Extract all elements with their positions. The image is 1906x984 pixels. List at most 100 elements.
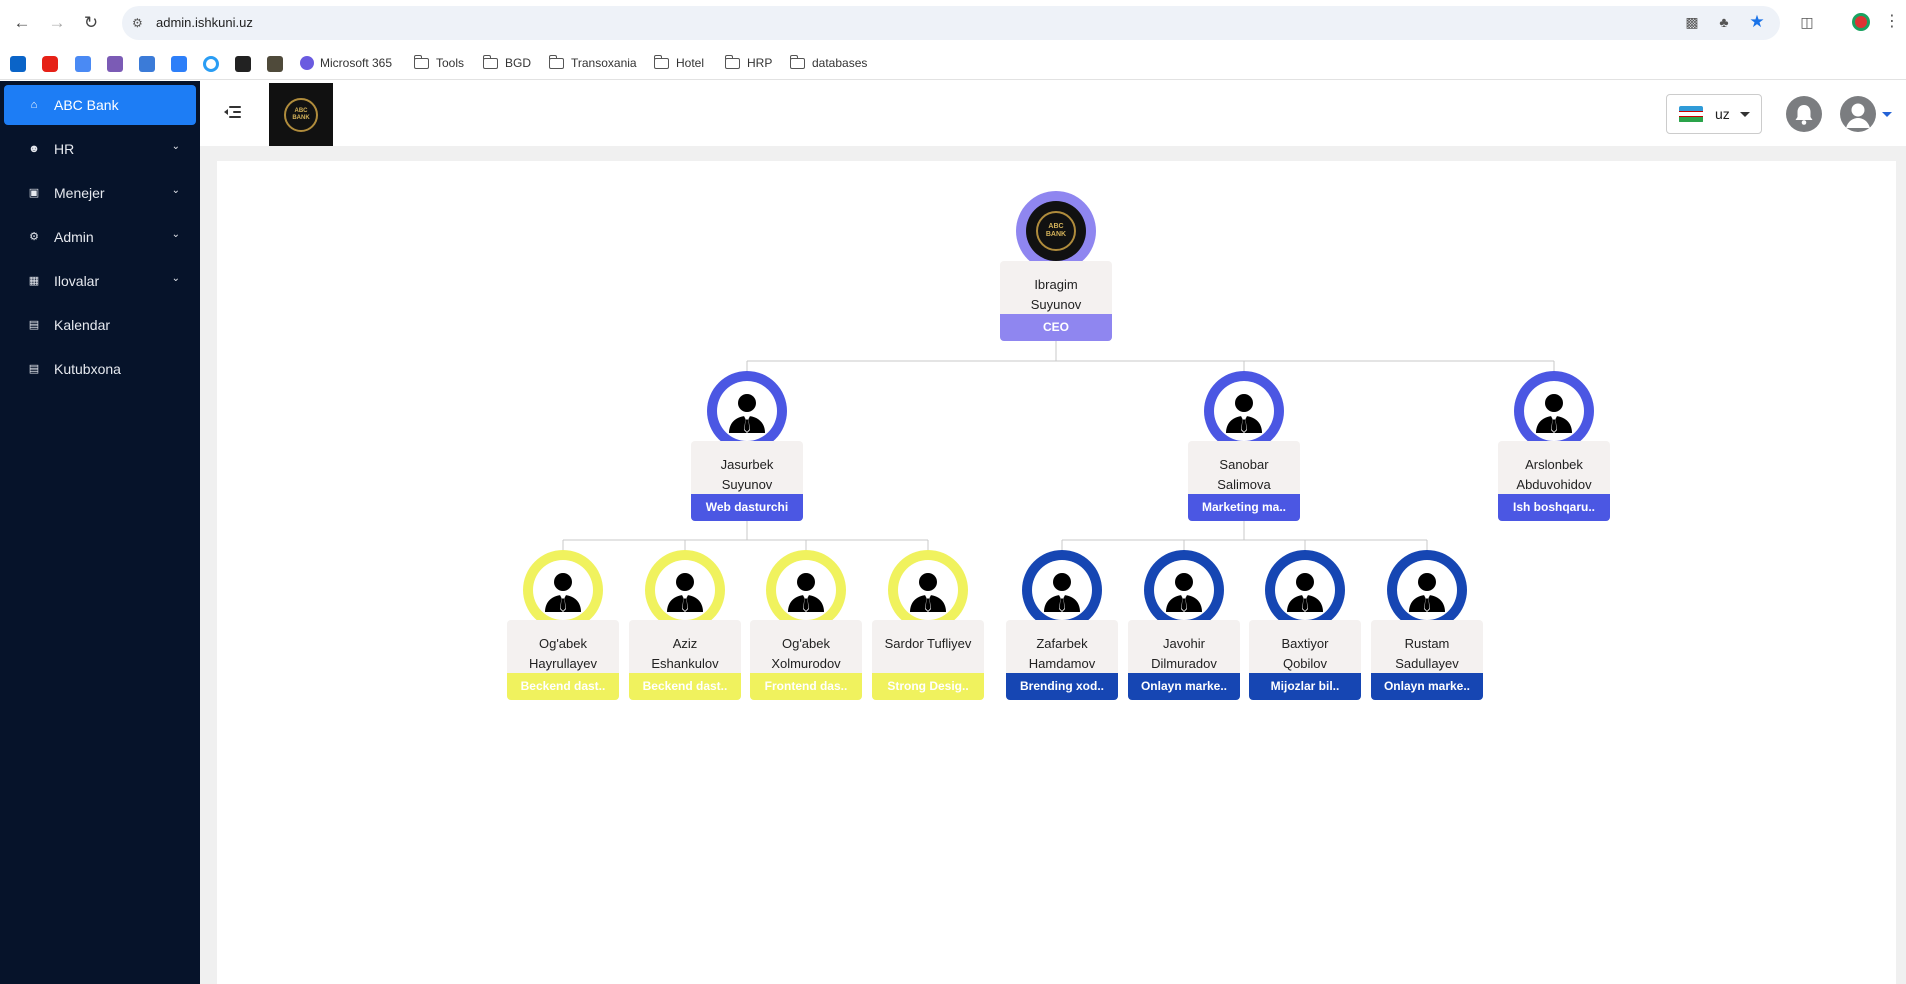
briefcase-icon: ▣ (28, 187, 40, 199)
position-badge: Frontend das.. (750, 673, 862, 700)
employee-name: Baxtiyor Qobilov (1281, 636, 1329, 671)
flutter-icon[interactable] (139, 56, 155, 72)
position-badge: Onlayn marke.. (1371, 673, 1483, 700)
folder-icon (724, 54, 740, 69)
bookmark-star-icon[interactable]: ★ (1747, 12, 1767, 32)
position-badge: Strong Desig.. (872, 673, 984, 700)
org-node-card: Baxtiyor Qobilov Mijozlar bil.. (1249, 620, 1361, 700)
avatar (707, 371, 787, 451)
sidebar: ⌂ ABC Bank ☻ HR ⌄ ▣ Menejer ⌄ ⚙ Admin ⌄ … (0, 81, 200, 984)
position-badge: Beckend dast.. (507, 673, 619, 700)
org-node-card: Aziz Eshankulov Beckend dast.. (629, 620, 741, 700)
sidebar-item-hr[interactable]: ☻ HR ⌄ (4, 129, 196, 169)
bookmarks-bar: Microsoft 365 Tools BGD Transoxania Hote… (0, 46, 1906, 80)
company-logo-icon: ABC BANK (1036, 211, 1076, 251)
employee-name: Javohir Dilmuradov (1151, 636, 1217, 671)
youtube-icon[interactable] (42, 56, 58, 72)
reload-icon[interactable]: ↻ (80, 12, 102, 34)
avatar (1265, 550, 1345, 630)
sidebar-toggle-icon[interactable] (224, 103, 242, 121)
employee-name: Rustam Sadullayev (1395, 636, 1459, 671)
org-node-card: Rustam Sadullayev Onlayn marke.. (1371, 620, 1483, 700)
employee-name: Sardor Tufliyev (884, 636, 972, 651)
org-node-card: Arslonbek Abduvohidov Ish boshqaru.. (1498, 441, 1610, 521)
position-badge: Marketing ma.. (1188, 494, 1300, 521)
app-icon[interactable] (267, 56, 283, 72)
translate-bookmark-icon[interactable] (75, 56, 91, 72)
app-header: ABC BANK uz (200, 81, 1906, 146)
uzbekistan-flag-icon (1679, 105, 1703, 123)
position-badge: Beckend dast.. (629, 673, 741, 700)
lichess-icon[interactable] (235, 56, 251, 72)
browser-toolbar: ← → ↻ ⚙ admin.ishkuni.uz ▩ ♣ ★ ◫ ⋮ (0, 0, 1906, 46)
bookmark-folder-hotel[interactable]: Hotel (653, 54, 704, 72)
user-avatar-icon[interactable] (1840, 96, 1876, 132)
employee-name: Zafarbek Hamdamov (1028, 636, 1096, 671)
employee-name: Og'abek Xolmurodov (771, 636, 841, 671)
person-icon (776, 560, 836, 620)
org-node-card: Sanobar Salimova Marketing ma.. (1188, 441, 1300, 521)
translate-icon[interactable]: ♣ (1714, 12, 1734, 32)
forward-icon[interactable]: → (46, 12, 68, 34)
org-node-card: Sardor Tufliyev Strong Desig.. (872, 620, 984, 700)
employee-name: Aziz Eshankulov (651, 636, 719, 671)
more-menu-icon[interactable]: ⋮ (1882, 12, 1902, 32)
sidebar-item-ilovalar[interactable]: ▦ Ilovalar ⌄ (4, 261, 196, 301)
url-text[interactable]: admin.ishkuni.uz (156, 15, 253, 30)
sidebar-item-menejer[interactable]: ▣ Menejer ⌄ (4, 173, 196, 213)
avatar (1514, 371, 1594, 451)
folder-icon (482, 54, 498, 69)
bookmark-microsoft365[interactable]: Microsoft 365 (300, 54, 392, 72)
profile-icon[interactable] (1851, 12, 1871, 32)
employee-name: Sanobar Salimova (1217, 457, 1271, 492)
position-badge: CEO (1000, 314, 1112, 341)
person-icon (1397, 560, 1457, 620)
bookmark-folder-bgd[interactable]: BGD (482, 54, 531, 72)
bookmark-folder-transoxania[interactable]: Transoxania (548, 54, 637, 72)
folder-icon (548, 54, 564, 69)
address-bar[interactable]: ⚙ admin.ishkuni.uz (122, 6, 1780, 40)
sidebar-item-admin[interactable]: ⚙ Admin ⌄ (4, 217, 196, 257)
avatar (1022, 550, 1102, 630)
bookmark-folder-hrp[interactable]: HRP (724, 54, 772, 72)
bookmark-folder-databases[interactable]: databases (789, 54, 867, 72)
employee-name: Og'abek Hayrullayev (529, 636, 597, 671)
folder-icon (413, 54, 429, 69)
notification-bell-icon[interactable] (1786, 96, 1822, 132)
sidebar-item-abc-bank[interactable]: ⌂ ABC Bank (4, 85, 196, 125)
sync-app-icon[interactable] (203, 56, 219, 72)
chevron-down-icon: ⌄ (171, 185, 180, 196)
person-icon (655, 560, 715, 620)
person-icon (1032, 560, 1092, 620)
copilot-icon (300, 56, 314, 70)
bitbucket-icon[interactable] (171, 56, 187, 72)
position-badge: Mijozlar bil.. (1249, 673, 1361, 700)
sidebar-item-kutubxona[interactable]: ▤ Kutubxona (4, 349, 196, 389)
home-icon: ⌂ (30, 99, 38, 111)
h-app-icon[interactable] (107, 56, 123, 72)
folder-icon (653, 54, 669, 69)
position-badge: Web dasturchi (691, 494, 803, 521)
install-app-icon[interactable]: ▩ (1682, 12, 1702, 32)
employee-name: Arslonbek Abduvohidov (1516, 457, 1592, 492)
back-icon[interactable]: ← (11, 12, 33, 34)
language-selector[interactable]: uz (1666, 94, 1762, 134)
org-chart-panel: ABC BANK Ibragim Suyunov CEO Jasurbek Su… (217, 161, 1896, 984)
avatar: ABC BANK (1016, 191, 1096, 271)
outlook-icon[interactable] (10, 56, 26, 72)
chevron-down-icon: ⌄ (171, 273, 180, 284)
org-node-card: Og'abek Hayrullayev Beckend dast.. (507, 620, 619, 700)
employee-name: Ibragim Suyunov (1030, 277, 1082, 312)
org-node-card: Og'abek Xolmurodov Frontend das.. (750, 620, 862, 700)
sidebar-item-kalendar[interactable]: ▤ Kalendar (4, 305, 196, 345)
chevron-down-icon: ⌄ (171, 229, 180, 240)
extensions-icon[interactable]: ◫ (1797, 12, 1817, 32)
person-icon (1275, 560, 1335, 620)
site-settings-icon[interactable]: ⚙ (132, 16, 148, 30)
caret-down-icon[interactable] (1882, 112, 1892, 117)
org-node-card: Ibragim Suyunov CEO (1000, 261, 1112, 341)
person-icon (1214, 381, 1274, 441)
bookmark-folder-tools[interactable]: Tools (413, 54, 464, 72)
avatar (1144, 550, 1224, 630)
company-logo[interactable]: ABC BANK (269, 83, 333, 146)
